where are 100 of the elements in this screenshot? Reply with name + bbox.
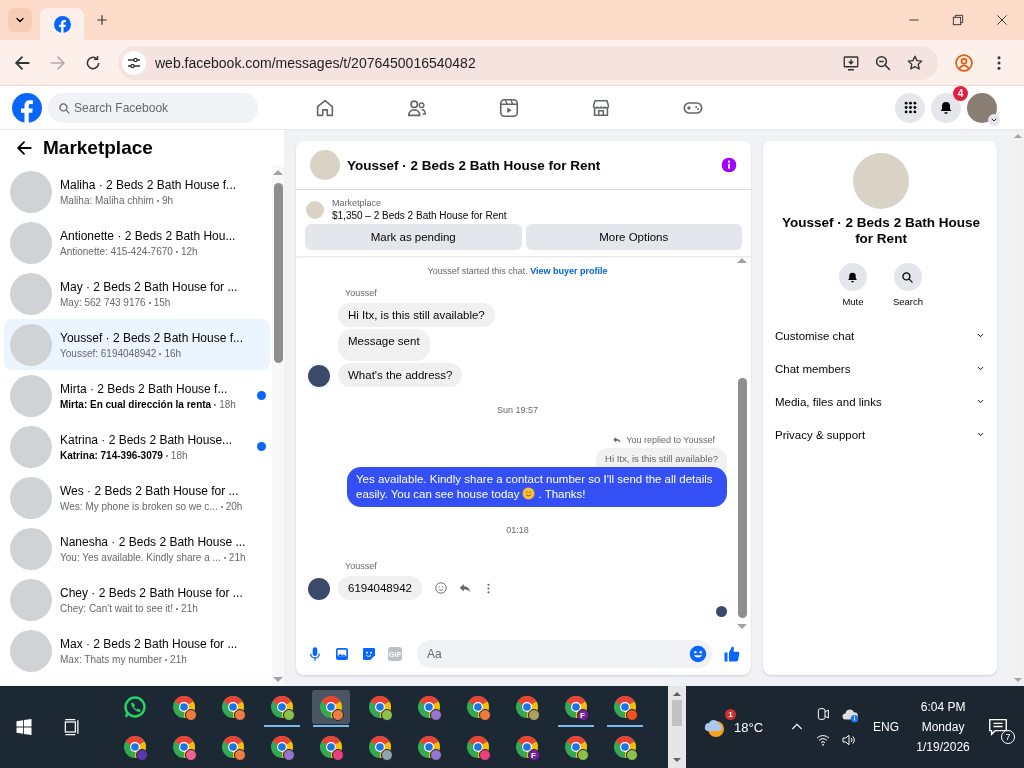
whatsapp-icon (122, 695, 147, 719)
url-text: web.facebook.com/messages/t/2076450016540482 (155, 54, 476, 71)
action-button[interactable] (894, 263, 922, 291)
message-time: 21h (220, 551, 246, 563)
message-preview: Youssef: 6194048942 (60, 347, 157, 359)
scrollbar[interactable] (668, 686, 686, 768)
grid-icon (902, 100, 918, 115)
clock-date: 1/19/2026 (916, 740, 970, 754)
new-tab-icon[interactable] (95, 13, 109, 27)
message-preview: Wes: My phone is broken so we c... (60, 500, 218, 512)
microphone-icon[interactable] (307, 646, 323, 662)
photo-placeholder (10, 425, 52, 468)
conversation-title: Max · 2 Beds 2 Bath House for ... (60, 636, 239, 651)
section-title: Privacy & support (775, 428, 866, 441)
info-icon[interactable] (721, 157, 737, 173)
listing-summary: $1,350 – 2 Beds 2 Bath House for Rent (332, 210, 507, 221)
restore-icon[interactable] (950, 12, 966, 28)
facebook-logo (53, 15, 71, 33)
scrollbar[interactable] (737, 258, 747, 629)
temperature: 18°C (734, 719, 764, 735)
wifi-icon[interactable] (815, 732, 832, 748)
smiley-icon[interactable] (433, 581, 448, 595)
taskbar-app[interactable]: F (556, 690, 595, 724)
search-field[interactable]: Search Facebook (48, 92, 258, 123)
taskbar-app[interactable] (311, 690, 350, 724)
message-bubble: Message sent (338, 329, 430, 361)
close-icon[interactable] (994, 12, 1010, 28)
photo-placeholder (853, 153, 909, 209)
camera-icon[interactable] (815, 706, 832, 722)
conversation-title: Maliha · 2 Beds 2 Bath House f... (60, 177, 238, 192)
tab-list-button[interactable] (8, 8, 32, 32)
message-time: 20h (217, 500, 243, 512)
back-arrow-icon[interactable] (14, 138, 34, 158)
buyer-profile-link[interactable]: View buyer profile (530, 266, 608, 276)
action-button[interactable]: Mark as pending (305, 224, 522, 250)
chevron-down-icon[interactable] (976, 430, 985, 439)
action-button[interactable] (838, 263, 867, 291)
message-time: 12h (172, 245, 198, 257)
conversation-item[interactable]: May · 2 Beds 2 Bath House for ... May: 562 743 9176 15h (4, 268, 270, 319)
windows-start-icon[interactable] (14, 717, 34, 737)
sidebar-title: Marketplace (43, 137, 153, 159)
emoji-icon[interactable] (689, 645, 707, 663)
action-label: Mute (842, 296, 864, 307)
chevron-down-icon[interactable] (976, 397, 985, 406)
search-icon (901, 270, 915, 284)
seen-avatar (716, 606, 727, 617)
notification-icon[interactable] (987, 716, 1010, 738)
conversation-item[interactable]: Maliha · 2 Beds 2 Bath House f... Maliha: Maliha chhim 9h (4, 166, 270, 217)
weather-badge: 1 (725, 709, 736, 720)
photo-placeholder (10, 527, 52, 570)
speaker-icon[interactable] (841, 732, 858, 748)
photo-placeholder (10, 629, 52, 672)
site-settings-icon[interactable] (122, 50, 146, 75)
reload-icon[interactable] (84, 53, 102, 72)
photo-placeholder (10, 170, 52, 213)
conversation-title: May · 2 Beds 2 Bath House for ... (60, 279, 239, 294)
address-bar[interactable]: web.facebook.com/messages/t/2076450016540482 (118, 45, 938, 80)
photo-placeholder (10, 221, 52, 264)
message-field[interactable]: Aa (417, 640, 712, 668)
timestamp: Sun 19:57 (495, 405, 539, 415)
action-button[interactable]: More Options (525, 224, 742, 250)
language: ENG (873, 720, 900, 734)
sender-name: Youssef (345, 288, 378, 298)
scrollbar[interactable] (272, 166, 284, 686)
video-icon[interactable] (498, 96, 520, 119)
scrollbar[interactable] (1012, 134, 1024, 682)
message-preview: Chey: Can't wait to see it! (60, 602, 174, 614)
message-bubble: Yes available. Kindly share a contact number so I'll send the all details easily. You can see house today . Thanks! (347, 467, 727, 507)
sticker-icon[interactable] (361, 646, 377, 662)
browser-tab[interactable] (40, 8, 84, 40)
install-icon[interactable] (842, 53, 860, 72)
conversation-item[interactable]: Chey · 2 Beds 2 Bath House for ... Chey: Can't wait to see it! 21h (4, 574, 270, 625)
message-time: 21h (173, 602, 198, 614)
search-icon (58, 101, 71, 115)
photo-placeholder (10, 374, 52, 417)
conversation-item[interactable]: Mirta · 2 Beds 2 Bath House f... Mirta: En cual dirección la renta 18h (4, 370, 270, 421)
message-preview: Maliha: Maliha chhim (60, 194, 154, 206)
message-preview: Mirta: En cual dirección la renta (60, 398, 212, 410)
conversation-item[interactable]: Antionette · 2 Beds 2 Bath Hou... Antionette: 415-424-7670 12h (4, 217, 270, 268)
apps-grid-button[interactable] (895, 92, 925, 123)
zoom-icon[interactable] (874, 53, 892, 72)
conversation-item[interactable]: Youssef · 2 Beds 2 Bath House f... Youssef: 6194048942 16h (4, 319, 270, 370)
photo-placeholder (306, 200, 324, 219)
conversation-item[interactable]: Katrina · 2 Beds 2 Bath House... Katrina: 714-396-3079 18h (4, 421, 270, 472)
like-icon[interactable] (723, 645, 741, 663)
profile-icon[interactable] (954, 52, 974, 73)
bookmark-star-icon[interactable] (906, 53, 924, 72)
chevron-down-icon[interactable] (976, 331, 985, 340)
chat-notice: Youssef started this chat. View buyer profile (426, 266, 609, 276)
chevron-down-icon[interactable] (976, 364, 985, 373)
facebook-logo[interactable] (12, 92, 42, 123)
conversation-item[interactable]: Wes · 2 Beds 2 Bath House for ... Wes: My phone is broken so we c... 20h (4, 472, 270, 523)
conversation-item[interactable]: Nanesha · 2 Beds 2 Bath House ... You: Yes available. Kindly share a ... 21h (4, 523, 270, 574)
profile-avatar[interactable] (967, 92, 997, 123)
conversation-item[interactable]: Max · 2 Beds 2 Bath House for ... Max: Thats my number 21h (4, 625, 270, 676)
taskbar-app[interactable]: F (507, 730, 546, 764)
photo-placeholder (310, 150, 340, 180)
photo-icon[interactable] (334, 646, 350, 662)
clock-time: 6:04 PM (920, 700, 966, 714)
avatar (308, 365, 330, 387)
